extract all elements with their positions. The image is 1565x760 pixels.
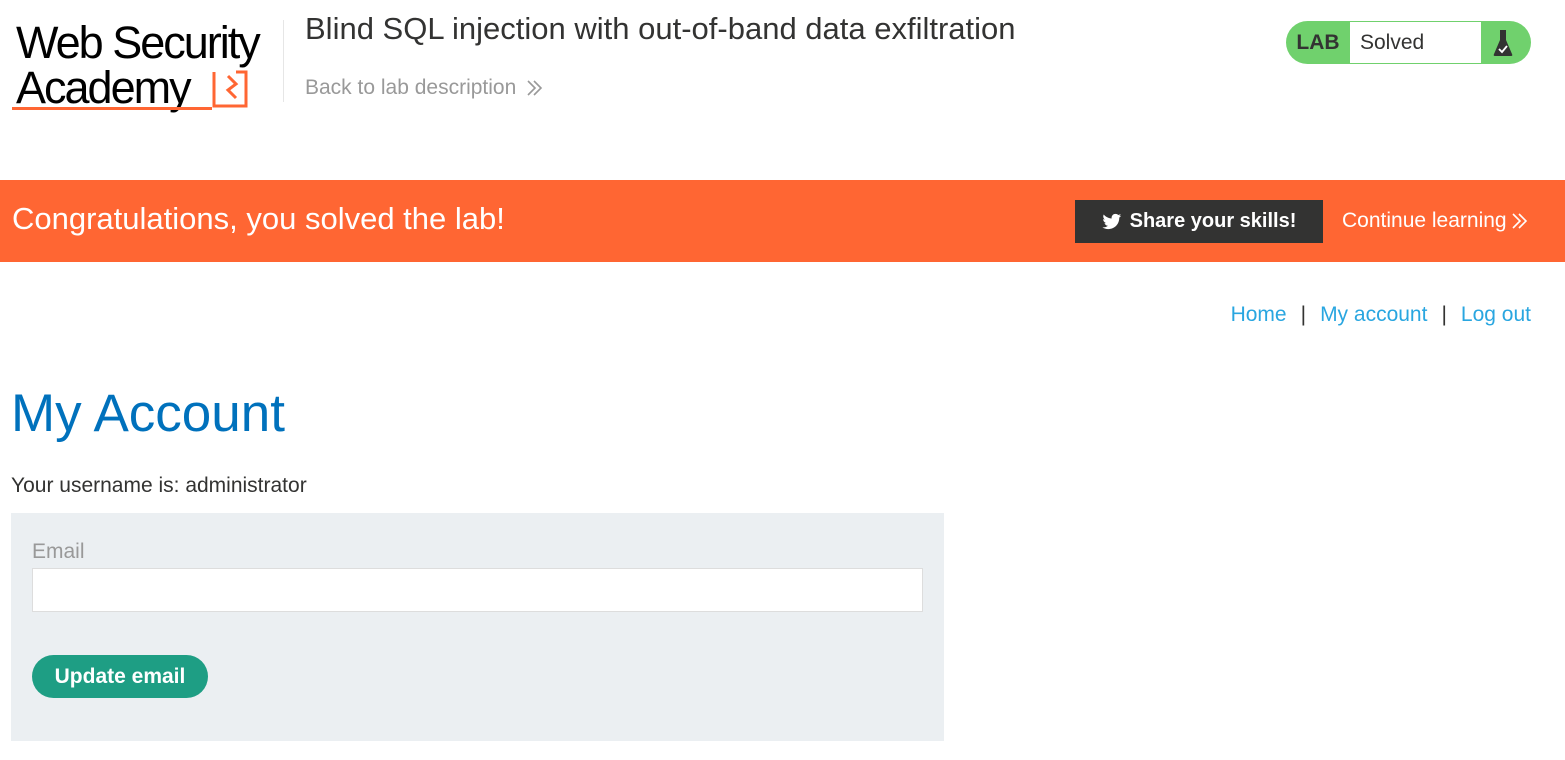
logo-text-line2: Academy <box>16 62 192 113</box>
page-header: Web Security Academy Blind SQL injection… <box>0 0 1565 180</box>
header-divider <box>283 20 284 102</box>
double-chevron-right-icon <box>1512 213 1527 229</box>
back-to-lab-description-link[interactable]: Back to lab description <box>305 76 544 100</box>
share-skills-button[interactable]: Share your skills! <box>1075 200 1323 243</box>
flask-check-icon <box>1493 30 1513 56</box>
lab-status-widget: LAB Solved <box>1286 21 1531 64</box>
back-link-label: Back to lab description <box>305 76 517 99</box>
twitter-icon <box>1102 213 1121 229</box>
nav-separator: | <box>1441 303 1447 326</box>
academy-logo-icon <box>212 70 248 108</box>
lab-title: Blind SQL injection with out-of-band dat… <box>305 11 1016 46</box>
lab-label: LAB <box>1296 31 1340 54</box>
nav-home-link[interactable]: Home <box>1231 303 1287 327</box>
logo-text-line1: Web Security <box>16 17 261 68</box>
continue-learning-label: Continue learning <box>1342 209 1507 232</box>
nav-log-out-link[interactable]: Log out <box>1461 303 1531 327</box>
change-email-form: Email Update email <box>11 513 944 741</box>
nav-my-account-link[interactable]: My account <box>1320 303 1427 327</box>
congratulations-message: Congratulations, you solved the lab! <box>12 201 505 236</box>
email-label: Email <box>32 540 85 563</box>
academy-logo[interactable]: Web Security Academy <box>12 18 282 114</box>
logo-underline <box>12 107 212 110</box>
nav-separator: | <box>1300 303 1307 326</box>
top-navigation: Home | My account | Log out <box>1231 303 1531 327</box>
share-button-label: Share your skills! <box>1129 210 1297 232</box>
lab-status-text: Solved <box>1350 22 1481 63</box>
page-title: My Account <box>11 384 285 443</box>
continue-learning-link[interactable]: Continue learning <box>1342 209 1529 233</box>
solved-banner: Congratulations, you solved the lab! Sha… <box>0 180 1565 262</box>
update-email-button[interactable]: Update email <box>32 655 208 698</box>
double-chevron-right-icon <box>527 80 543 96</box>
username-line: Your username is: administrator <box>11 474 307 497</box>
email-input[interactable] <box>32 568 923 612</box>
